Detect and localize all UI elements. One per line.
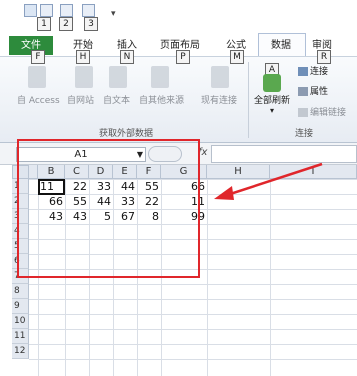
keytip-r: R: [317, 50, 331, 64]
keytip-h: H: [76, 50, 90, 64]
grid-row-line: [29, 299, 357, 300]
row-header-12[interactable]: 12: [12, 344, 29, 359]
properties-button[interactable]: 属性: [298, 84, 328, 97]
from-text-button[interactable]: 自文本: [103, 93, 130, 106]
grid-row-line: [29, 344, 357, 345]
grid-row-line: [29, 359, 357, 360]
grid-row-line: [29, 329, 357, 330]
connections-group-label: 连接: [295, 129, 314, 139]
keytip-2: 2: [59, 17, 73, 31]
from-other-sources-button[interactable]: 自其他来源: [139, 93, 184, 106]
keytip-f: F: [31, 50, 45, 64]
keytip-p: P: [176, 50, 190, 64]
keytip-3: 3: [84, 17, 98, 31]
from-web-button[interactable]: 自网站: [67, 93, 94, 106]
connections-icon: [298, 67, 308, 76]
edit-links-button[interactable]: 编辑链接: [298, 105, 346, 118]
grid-column-line: [207, 179, 208, 376]
customize-qat-icon[interactable]: ▾: [111, 9, 116, 19]
arrow-head: [214, 186, 234, 200]
keytip-n: N: [120, 50, 134, 64]
redo-icon[interactable]: [82, 4, 95, 17]
annotation-arrow: [214, 162, 323, 200]
existing-connections-icon: [211, 66, 229, 88]
chevron-down-icon[interactable]: ▾: [270, 106, 274, 115]
from-other-sources-icon: [151, 66, 169, 88]
row-header-11[interactable]: 11: [12, 329, 29, 344]
connections-button[interactable]: 连接: [298, 64, 328, 77]
grid-row-line: [29, 314, 357, 315]
from-text-icon: [109, 66, 127, 88]
grid-row-line: [29, 284, 357, 285]
keytip-m: M: [230, 50, 244, 64]
from-web-icon: [75, 66, 93, 88]
arrow-shaft: [223, 162, 323, 198]
refresh-all-button[interactable]: 全部刷新: [254, 93, 290, 106]
save-icon[interactable]: [40, 4, 53, 17]
from-access-icon: [28, 66, 46, 88]
row-header-9[interactable]: 9: [12, 299, 29, 314]
edit-links-icon: [298, 108, 308, 117]
tab-data[interactable]: 数据: [271, 36, 291, 55]
refresh-all-icon: [263, 74, 281, 92]
undo-icon[interactable]: [60, 4, 73, 17]
properties-icon: [298, 87, 308, 96]
existing-connections-button[interactable]: 现有连接: [201, 93, 237, 106]
annotation-highlight-box: [17, 139, 200, 278]
sheet-left-gutter: [0, 165, 12, 376]
row-header-10[interactable]: 10: [12, 314, 29, 329]
keytip-1: 1: [37, 17, 51, 31]
from-access-button[interactable]: 自 Access: [17, 93, 60, 106]
get-external-data-group-label: 获取外部数据: [99, 129, 154, 139]
excel-app-icon[interactable]: [24, 4, 37, 17]
quick-access-toolbar: 1 2 3 ▾: [0, 0, 357, 36]
ribbon-group-divider: [248, 62, 249, 138]
row-header-8[interactable]: 8: [12, 284, 29, 299]
